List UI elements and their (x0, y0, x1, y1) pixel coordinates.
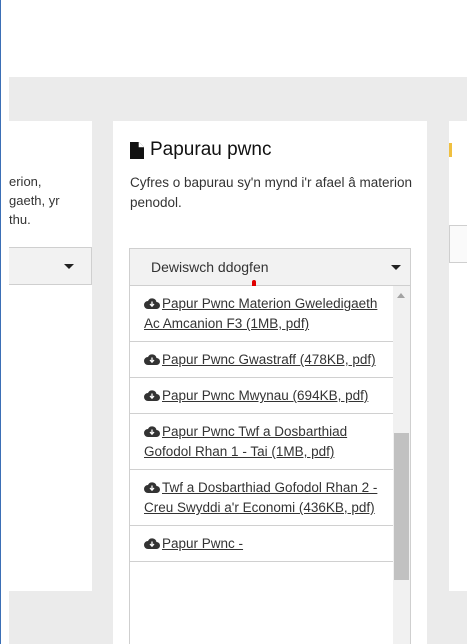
option-link[interactable]: Papur Pwnc Mwynau (694KB, pdf) (162, 388, 368, 403)
left-text-line: thu. (9, 212, 31, 227)
document-dropdown-list[interactable]: Papur Pwnc Materion Gweledigaeth Ac Amca… (129, 286, 411, 644)
option-link[interactable]: Papur Pwnc - (162, 536, 243, 551)
file-icon (449, 143, 452, 157)
left-edge-strip (0, 77, 9, 644)
dropdown-option[interactable]: Twf a Dosbarthiad Gofodol Rhan 2 - Creu … (130, 470, 394, 526)
scrollbar-thumb[interactable] (394, 433, 409, 580)
dropdown-option[interactable]: Papur Pwnc Mwynau (694KB, pdf) (130, 378, 394, 414)
cloud-download-icon (144, 538, 160, 549)
top-header-bar (0, 0, 467, 77)
card-description: Cyfres o bapurau sy'n mynd i'r afael â m… (130, 175, 413, 210)
left-text-line: erion, (9, 174, 42, 189)
dropdown-scrollbar[interactable] (393, 286, 410, 644)
option-link[interactable]: Twf a Dosbarthiad Gofodol Rhan 2 - Creu … (144, 480, 377, 515)
dropdown-option[interactable]: Papur Pwnc Gwastraff (478KB, pdf) (130, 342, 394, 378)
scroll-up-arrow-icon[interactable] (397, 293, 405, 298)
right-document-select[interactable] (449, 225, 467, 263)
left-card-description: erion, gaeth, yr thu. (9, 172, 92, 229)
caret-down-icon (391, 265, 401, 270)
left-document-card: erion, gaeth, yr thu. (9, 121, 92, 591)
left-text-line: gaeth, yr (9, 193, 60, 208)
file-icon (130, 141, 144, 159)
dropdown-option[interactable]: Papur Pwnc - (130, 526, 394, 562)
card-title: Papurau pwnc (130, 139, 271, 161)
right-document-card (449, 121, 467, 591)
card-title-text: Papurau pwnc (150, 139, 272, 160)
dropdown-option[interactable]: Papur Pwnc Twf a Dosbarthiad Gofodol Rha… (130, 414, 394, 470)
dropdown-option[interactable]: Papur Pwnc Materion Gweledigaeth Ac Amca… (130, 286, 394, 342)
document-select-label: Dewiswch ddogfen (151, 259, 269, 275)
option-link[interactable]: Papur Pwnc Materion Gweledigaeth Ac Amca… (144, 296, 377, 331)
caret-down-icon (64, 264, 74, 269)
option-link[interactable]: Papur Pwnc Gwastraff (478KB, pdf) (162, 352, 376, 367)
option-link[interactable]: Papur Pwnc Twf a Dosbarthiad Gofodol Rha… (144, 424, 347, 459)
cloud-download-icon (144, 298, 160, 309)
cloud-download-icon (144, 354, 160, 365)
papurau-pwnc-card: Papurau pwnc Cyfres o bapurau sy'n mynd … (113, 121, 427, 644)
cloud-download-icon (144, 390, 160, 401)
cloud-download-icon (144, 482, 160, 493)
document-select[interactable]: Dewiswch ddogfen (129, 248, 411, 290)
cloud-download-icon (144, 426, 160, 437)
left-document-select[interactable] (9, 247, 92, 285)
